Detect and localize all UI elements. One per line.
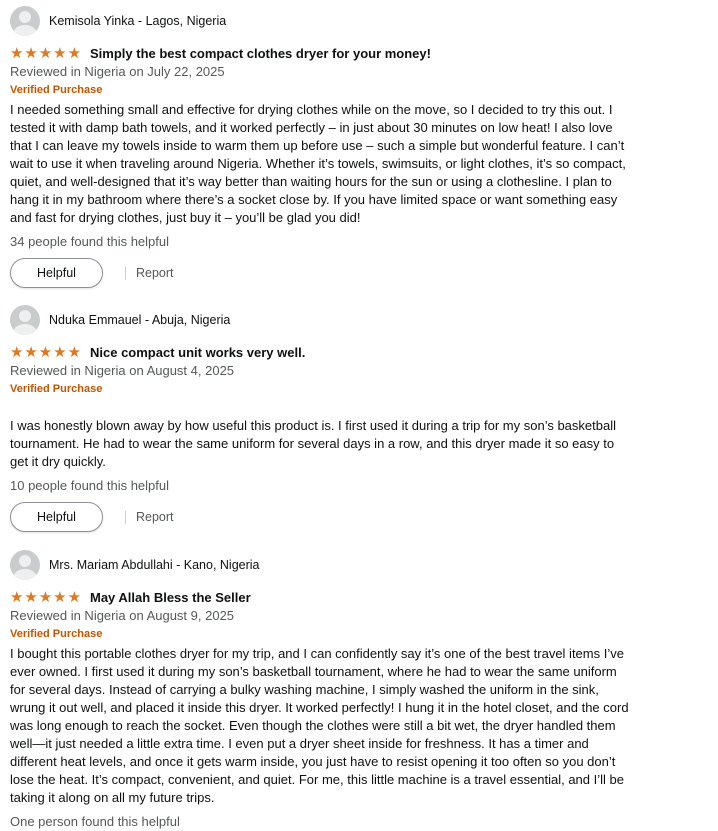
review-body: I needed something small and effective f… xyxy=(10,102,626,225)
star-icon: ★ xyxy=(24,43,38,62)
report-link[interactable]: Report xyxy=(136,510,174,524)
star-icon: ★ xyxy=(10,43,24,62)
review-title[interactable]: Simply the best compact clothes dryer fo… xyxy=(90,46,431,61)
action-divider xyxy=(125,510,126,524)
review-item: Kemisola Yinka - Lagos, Nigeria ★ ★ ★ ★ … xyxy=(10,6,630,288)
avatar-icon xyxy=(10,305,40,335)
review-item: Mrs. Mariam Abdullahi - Kano, Nigeria ★ … xyxy=(10,550,630,831)
star-icon: ★ xyxy=(10,587,24,606)
reviewer-profile[interactable]: Nduka Emmauel - Abuja, Nigeria xyxy=(10,305,630,335)
star-icon: ★ xyxy=(38,43,53,62)
review-item: Nduka Emmauel - Abuja, Nigeria ★ ★ ★ ★ ★… xyxy=(10,305,630,532)
reviewer-profile[interactable]: Mrs. Mariam Abdullahi - Kano, Nigeria xyxy=(10,550,630,580)
review-title-row: ★ ★ ★ ★ ★ Nice compact unit works very w… xyxy=(10,343,630,361)
verified-purchase-badge: Verified Purchase xyxy=(10,383,103,395)
review-title-row: ★ ★ ★ ★ ★ May Allah Bless the Seller xyxy=(10,588,630,606)
report-link[interactable]: Report xyxy=(136,266,174,280)
review-title[interactable]: Nice compact unit works very well. xyxy=(90,345,305,360)
review-actions: Helpful Report xyxy=(10,502,630,532)
reviewer-profile[interactable]: Kemisola Yinka - Lagos, Nigeria xyxy=(10,6,630,36)
star-icon: ★ xyxy=(53,587,67,606)
star-icon: ★ xyxy=(24,342,38,361)
avatar-icon xyxy=(10,6,40,36)
reviewer-name[interactable]: Nduka Emmauel - Abuja, Nigeria xyxy=(49,313,230,327)
review-body: I was honestly blown away by how useful … xyxy=(10,418,616,469)
review-date: Reviewed in Nigeria on August 4, 2025 xyxy=(10,363,235,378)
helpful-button[interactable]: Helpful xyxy=(10,258,103,288)
review-date: Reviewed in Nigeria on August 9, 2025 xyxy=(10,608,235,623)
star-rating[interactable]: ★ ★ ★ ★ ★ xyxy=(10,587,82,606)
verified-purchase-badge: Verified Purchase xyxy=(10,628,103,640)
reviewer-name[interactable]: Mrs. Mariam Abdullahi - Kano, Nigeria xyxy=(49,558,260,572)
action-divider xyxy=(125,266,126,280)
avatar-icon xyxy=(10,550,40,580)
star-icon: ★ xyxy=(67,587,82,606)
star-icon: ★ xyxy=(38,587,53,606)
review-title-row: ★ ★ ★ ★ ★ Simply the best compact clothe… xyxy=(10,44,630,62)
review-actions: Helpful Report xyxy=(10,258,630,288)
helpful-button[interactable]: Helpful xyxy=(10,502,103,532)
star-icon: ★ xyxy=(67,43,82,62)
star-rating[interactable]: ★ ★ ★ ★ ★ xyxy=(10,43,82,62)
review-title[interactable]: May Allah Bless the Seller xyxy=(90,590,251,605)
star-rating[interactable]: ★ ★ ★ ★ ★ xyxy=(10,342,82,361)
star-icon: ★ xyxy=(53,43,67,62)
helpful-count: 34 people found this helpful xyxy=(10,234,170,249)
star-icon: ★ xyxy=(24,587,38,606)
star-icon: ★ xyxy=(53,342,67,361)
verified-purchase-badge: Verified Purchase xyxy=(10,84,103,96)
star-icon: ★ xyxy=(10,342,24,361)
reviewer-name[interactable]: Kemisola Yinka - Lagos, Nigeria xyxy=(49,14,226,28)
review-date: Reviewed in Nigeria on July 22, 2025 xyxy=(10,64,225,79)
review-body: I bought this portable clothes dryer for… xyxy=(10,646,629,805)
star-icon: ★ xyxy=(67,342,82,361)
star-icon: ★ xyxy=(38,342,53,361)
helpful-count: 10 people found this helpful xyxy=(10,478,170,493)
helpful-count: One person found this helpful xyxy=(10,814,180,829)
